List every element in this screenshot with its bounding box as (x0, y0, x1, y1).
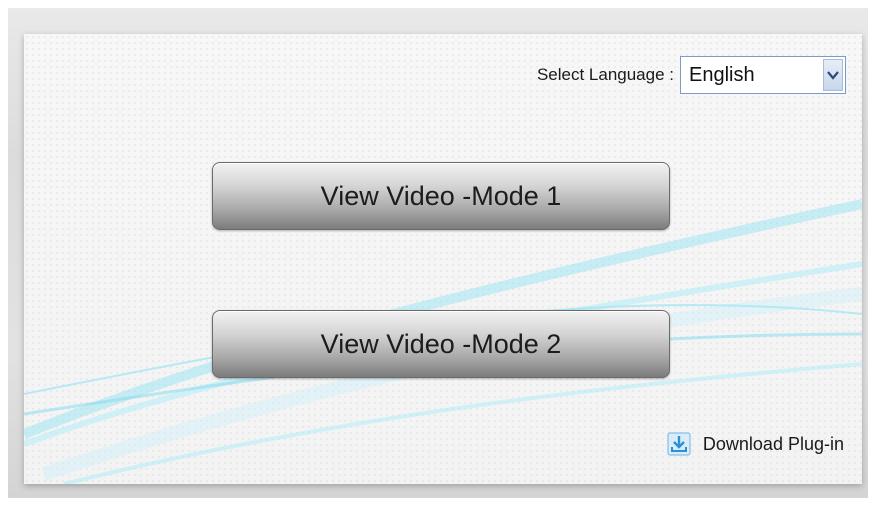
download-icon[interactable] (667, 432, 691, 456)
decorative-waves (24, 199, 862, 484)
login-panel: Select Language : English View Video -Mo… (24, 34, 862, 484)
page: Select Language : English View Video -Mo… (0, 0, 876, 506)
view-video-mode-1-button[interactable]: View Video -Mode 1 (212, 162, 670, 230)
language-label: Select Language : (536, 65, 674, 84)
language-selector-row: Select Language : English (537, 56, 846, 94)
language-selected-value: English (689, 63, 755, 86)
chevron-down-icon[interactable] (823, 59, 843, 91)
language-select[interactable]: English (680, 56, 846, 94)
view-video-mode-2-button[interactable]: View Video -Mode 2 (212, 310, 670, 378)
download-plugin-label: Download Plug-in (702, 433, 844, 454)
download-plugin-link[interactable]: Download Plug-in (667, 432, 844, 456)
